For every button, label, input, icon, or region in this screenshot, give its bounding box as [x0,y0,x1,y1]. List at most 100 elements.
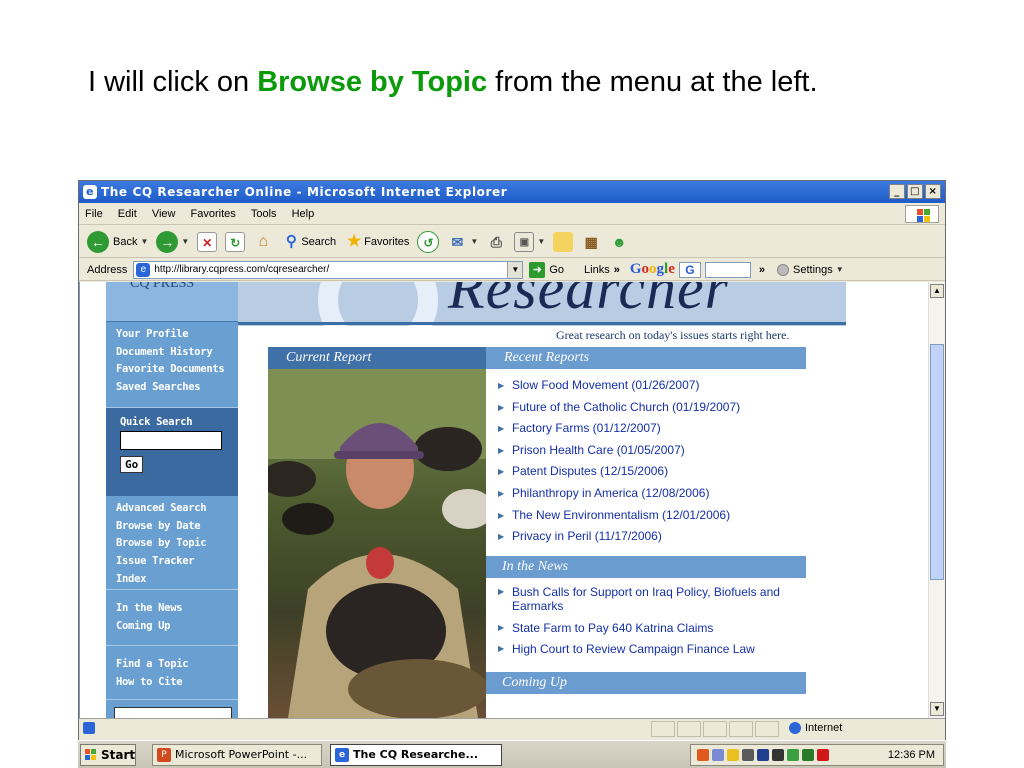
mail-dropdown-icon[interactable]: ▼ [470,237,478,246]
forward-dropdown-icon[interactable]: ▼ [181,237,189,246]
menu-tools[interactable]: Tools [245,203,283,225]
tray-camera-icon[interactable] [772,749,784,761]
search-button[interactable]: ⚲ Search [281,232,336,252]
menu-edit[interactable]: Edit [112,203,143,225]
status-cell [677,721,701,737]
menu-help[interactable]: Help [286,203,321,225]
recent-reports-list: Slow Food Movement (01/26/2007) Future o… [498,375,740,548]
internet-globe-icon [789,722,801,734]
recent-report-link[interactable]: Patent Disputes (12/15/2006) [498,461,740,483]
taskbar-ie-window[interactable]: e The CQ Researche... [330,744,502,766]
favorites-star-icon: ★ [347,232,362,250]
recent-report-link[interactable]: Privacy in Peril (11/17/2006) [498,526,740,548]
tray-app-icon[interactable] [802,749,814,761]
start-button[interactable]: Start [80,744,136,766]
maximize-button[interactable]: □ [907,184,923,199]
nav-document-history[interactable]: Document History [116,344,238,362]
forward-button[interactable]: → ▼ [156,230,189,253]
links-label[interactable]: Links [584,264,610,276]
stop-icon: ✕ [197,231,218,252]
news-link[interactable]: Bush Calls for Support on Iraq Policy, B… [498,585,798,613]
home-button[interactable]: ⌂ [253,232,273,252]
farmer-with-turkey-image [268,369,486,718]
recent-report-link[interactable]: Philanthropy in America (12/08/2006) [498,483,740,505]
caption-highlight: Browse by Topic [257,66,488,98]
taskbar-powerpoint[interactable]: P Microsoft PowerPoint -... [152,744,322,766]
back-dropdown-icon[interactable]: ▼ [140,237,148,246]
windows-flag-icon [905,205,939,223]
recent-report-link[interactable]: The New Environmentalism (12/01/2006) [498,505,740,527]
recent-report-link[interactable]: Slow Food Movement (01/26/2007) [498,375,740,397]
nav-account-group: Your Profile Document History Favorite D… [106,322,238,408]
recent-report-link[interactable]: Prison Health Care (01/05/2007) [498,440,740,462]
menu-favorites[interactable]: Favorites [185,203,242,225]
tray-app-icon[interactable] [757,749,769,761]
tray-n-icon[interactable] [817,749,829,761]
nav-browse-by-date[interactable]: Browse by Date [116,518,238,536]
tray-app-icon[interactable] [787,749,799,761]
news-link[interactable]: State Farm to Pay 640 Katrina Claims [498,621,798,635]
nav-in-the-news[interactable]: In the News [116,600,238,618]
settings-icon [777,263,789,276]
history-button[interactable]: ↺ [417,230,440,253]
search-label: Search [301,235,337,248]
edit-button[interactable]: ▣ ▼ [514,231,545,252]
messenger-button[interactable]: ☻ [609,232,629,252]
whats-new-box[interactable] [114,707,232,718]
address-dropdown-icon[interactable]: ▼ [507,261,523,278]
settings-button[interactable]: Settings ▼ [777,263,844,276]
menu-file[interactable]: File [79,203,109,225]
scroll-up-icon[interactable]: ▲ [930,284,944,298]
recent-report-link[interactable]: Future of the Catholic Church (01/19/200… [498,397,740,419]
stop-button[interactable]: ✕ [197,231,218,252]
quick-search-go-button[interactable]: Go [120,456,144,473]
edit-dropdown-icon[interactable]: ▼ [537,237,545,246]
nav-how-to-cite[interactable]: How to Cite [116,674,238,692]
nav-logo-area: CQ PRESS [106,282,238,322]
news-link[interactable]: High Court to Review Campaign Finance La… [498,642,798,656]
scroll-thumb[interactable] [930,344,944,580]
tray-app-icon[interactable] [727,749,739,761]
taskbar-ie-label: The CQ Researche... [353,748,479,761]
title-bar[interactable]: e The CQ Researcher Online - Microsoft I… [79,181,945,203]
nav-find-a-topic[interactable]: Find a Topic [116,656,238,674]
window-title: The CQ Researcher Online - Microsoft Int… [101,185,508,199]
google-search-menu[interactable]: G [678,261,701,278]
nav-your-profile[interactable]: Your Profile [116,326,238,344]
tray-app-icon[interactable] [742,749,754,761]
current-report-photo[interactable] [268,369,486,718]
menu-bar: File Edit View Favorites Tools Help [79,203,945,225]
nav-favorite-documents[interactable]: Favorite Documents [116,361,238,379]
nav-issue-tracker[interactable]: Issue Tracker [116,553,238,571]
recent-report-link[interactable]: Factory Farms (01/12/2007) [498,418,740,440]
nav-saved-searches[interactable]: Saved Searches [116,379,238,397]
research-button[interactable]: ▦ [581,232,601,252]
close-button[interactable]: × [925,184,941,199]
links-chevron-icon[interactable]: » [614,264,620,276]
back-button[interactable]: ← Back ▼ [87,230,148,253]
nav-index[interactable]: Index [116,571,238,589]
discuss-button[interactable] [553,231,574,252]
google-search-input[interactable] [704,261,751,278]
minimize-button[interactable]: _ [889,184,905,199]
scroll-down-icon[interactable]: ▼ [930,702,944,716]
nav-coming-up[interactable]: Coming Up [116,618,238,636]
menu-view[interactable]: View [146,203,182,225]
mail-button[interactable]: ✉ ▼ [447,232,479,252]
print-button[interactable]: ⎙ [486,232,506,252]
home-icon: ⌂ [258,232,269,250]
tray-app-icon[interactable] [712,749,724,761]
nav-browse-by-topic[interactable]: Browse by Topic [116,535,238,553]
vertical-scrollbar[interactable]: ▲ ▼ [928,282,945,718]
messenger-icon: ☻ [611,233,627,250]
favorites-button[interactable]: ★ Favorites [344,232,409,252]
google-logo: Google [629,261,675,277]
refresh-button[interactable]: ↻ [225,231,246,252]
more-chevron-icon[interactable]: » [759,264,765,276]
go-button[interactable]: ➜ Go [529,261,564,278]
address-input[interactable]: e http://library.cqpress.com/cqresearche… [133,260,524,279]
nav-advanced-search[interactable]: Advanced Search [116,500,238,518]
tray-app-icon[interactable] [697,749,709,761]
taskbar-clock[interactable]: 12:36 PM [888,745,935,765]
quick-search-input[interactable] [120,431,222,450]
